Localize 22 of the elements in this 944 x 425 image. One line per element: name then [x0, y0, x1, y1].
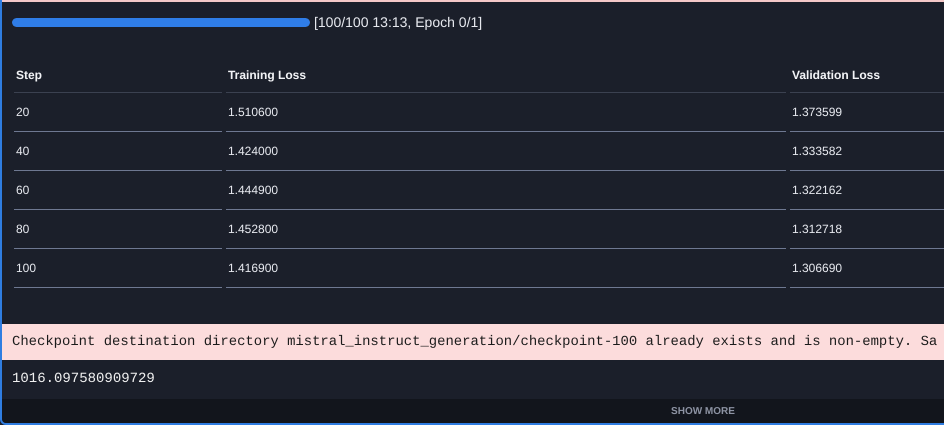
table-cell: 1.333582 — [790, 132, 944, 171]
progress-label: [100/100 13:13, Epoch 0/1] — [314, 14, 482, 30]
column-header: Step — [14, 60, 222, 93]
table-cell: 1.424000 — [226, 132, 786, 171]
warning-message: Checkpoint destination directory mistral_instruct_generation/checkpoint-100 already exists and is non-empty. Sa — [2, 324, 944, 360]
column-header: Validation Loss — [790, 60, 944, 93]
show-more-button[interactable]: SHOW MORE — [667, 404, 739, 418]
table-cell: 40 — [14, 132, 222, 171]
table-cell: 20 — [14, 93, 222, 132]
column-header: Training Loss — [226, 60, 786, 93]
table-cell: 1.306690 — [790, 249, 944, 288]
table-cell: 1.510600 — [226, 93, 786, 132]
table-cell: 80 — [14, 210, 222, 249]
table-cell: 1.312718 — [790, 210, 944, 249]
table-cell: 1.416900 — [226, 249, 786, 288]
table-cell: 1.373599 — [790, 93, 944, 132]
output-text: 1016.097580909729 — [11, 370, 156, 389]
table-cell: 60 — [14, 171, 222, 210]
table-cell: 100 — [14, 249, 222, 288]
table-cell: 1.322162 — [790, 171, 944, 210]
table-cell: 1.452800 — [226, 210, 786, 249]
table-cell: 1.444900 — [226, 171, 786, 210]
